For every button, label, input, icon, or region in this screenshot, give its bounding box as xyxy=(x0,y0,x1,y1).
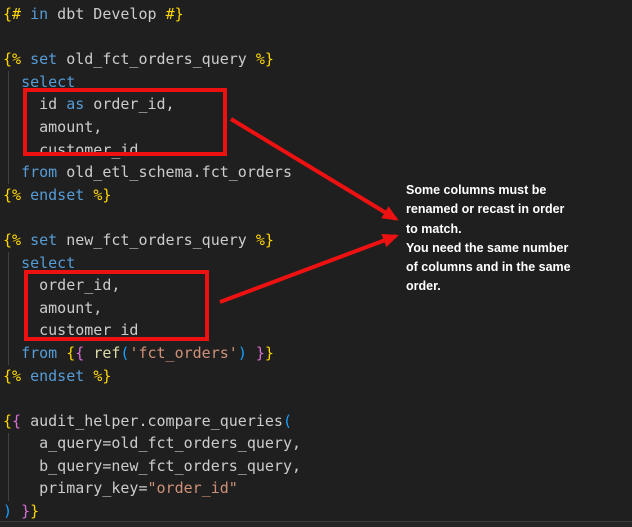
code-token: dbt Develop xyxy=(48,5,165,23)
code-token: set xyxy=(30,50,57,68)
editor-screenshot: {# in dbt Develop #} {% set old_fct_orde… xyxy=(0,0,632,527)
code-token xyxy=(3,73,21,91)
code-token xyxy=(84,344,93,362)
code-token xyxy=(247,344,256,362)
code-token: {# xyxy=(3,5,21,23)
code-token xyxy=(57,344,66,362)
annotation-note-line: You need the same number xyxy=(406,239,606,258)
code-line: ) }} xyxy=(3,500,301,523)
code-line: a_query=old_fct_orders_query, xyxy=(3,432,301,455)
code-token: from xyxy=(21,344,57,362)
code-token xyxy=(21,186,30,204)
panel-divider xyxy=(0,521,632,527)
code-token xyxy=(84,367,93,385)
code-token xyxy=(21,5,30,23)
code-token xyxy=(21,231,30,249)
code-token: new_fct_orders_query xyxy=(57,231,256,249)
code-token: #} xyxy=(166,5,184,23)
code-token: select xyxy=(21,254,75,272)
code-token xyxy=(12,502,21,520)
code-token: ) xyxy=(3,502,12,520)
code-line: primary_key="order_id" xyxy=(3,477,301,500)
code-token: from xyxy=(21,163,57,181)
code-token: { xyxy=(12,412,21,430)
annotation-note-line: Some columns must be xyxy=(406,181,606,200)
code-token: {% xyxy=(3,50,21,68)
code-token: ) xyxy=(238,344,247,362)
code-token: ref xyxy=(93,344,120,362)
code-token: { xyxy=(75,344,84,362)
code-line: {{ audit_helper.compare_queries( xyxy=(3,410,301,433)
code-line: from {{ ref('fct_orders') }} xyxy=(3,342,301,365)
code-line: {% set old_fct_orders_query %} xyxy=(3,48,301,71)
code-token: {% xyxy=(3,367,21,385)
code-line xyxy=(3,387,301,410)
annotation-note-line: order. xyxy=(406,277,606,296)
code-line: {% endset %} xyxy=(3,184,301,207)
code-token: %} xyxy=(93,186,111,204)
code-token: { xyxy=(3,412,12,430)
code-line xyxy=(3,26,301,49)
code-token: in xyxy=(30,5,48,23)
code-token: } xyxy=(256,344,265,362)
code-token: set xyxy=(30,231,57,249)
code-token: audit_helper.compare_queries xyxy=(21,412,283,430)
code-token: endset xyxy=(30,186,84,204)
code-line: from old_etl_schema.fct_orders xyxy=(3,161,301,184)
code-token xyxy=(21,367,30,385)
code-editor[interactable]: {# in dbt Develop #} {% set old_fct_orde… xyxy=(0,0,301,523)
code-line xyxy=(3,206,301,229)
code-token: "order_id" xyxy=(148,479,238,497)
code-token: 'fct_orders' xyxy=(129,344,237,362)
code-token: { xyxy=(66,344,75,362)
code-token: old_etl_schema.fct_orders xyxy=(57,163,292,181)
code-line: {# in dbt Develop #} xyxy=(3,3,301,26)
code-token: ( xyxy=(283,412,292,430)
code-line: {% endset %} xyxy=(3,365,301,388)
code-token xyxy=(21,50,30,68)
code-token: {% xyxy=(3,186,21,204)
annotation-note: Some columns must berenamed or recast in… xyxy=(406,181,606,297)
code-token: } xyxy=(21,502,30,520)
annotation-box xyxy=(24,270,209,341)
code-line: b_query=new_fct_orders_query, xyxy=(3,455,301,478)
code-token xyxy=(3,163,21,181)
code-token xyxy=(3,254,21,272)
code-token: {% xyxy=(3,231,21,249)
code-token: a_query=old_fct_orders_query, xyxy=(3,434,301,452)
code-token xyxy=(84,186,93,204)
code-token: b_query=new_fct_orders_query, xyxy=(3,457,301,475)
annotation-note-line: to match. xyxy=(406,220,606,239)
code-token: } xyxy=(30,502,39,520)
code-token: } xyxy=(265,344,274,362)
code-token: primary_key= xyxy=(3,479,148,497)
code-token: endset xyxy=(30,367,84,385)
code-token: %} xyxy=(93,367,111,385)
code-token: %} xyxy=(256,50,274,68)
annotation-note-line: renamed or recast in order xyxy=(406,200,606,219)
code-line: {% set new_fct_orders_query %} xyxy=(3,229,301,252)
code-token: old_fct_orders_query xyxy=(57,50,256,68)
code-token xyxy=(3,344,21,362)
annotation-note-line: of columns and in the same xyxy=(406,258,606,277)
annotation-box xyxy=(23,88,227,156)
code-token: %} xyxy=(256,231,274,249)
